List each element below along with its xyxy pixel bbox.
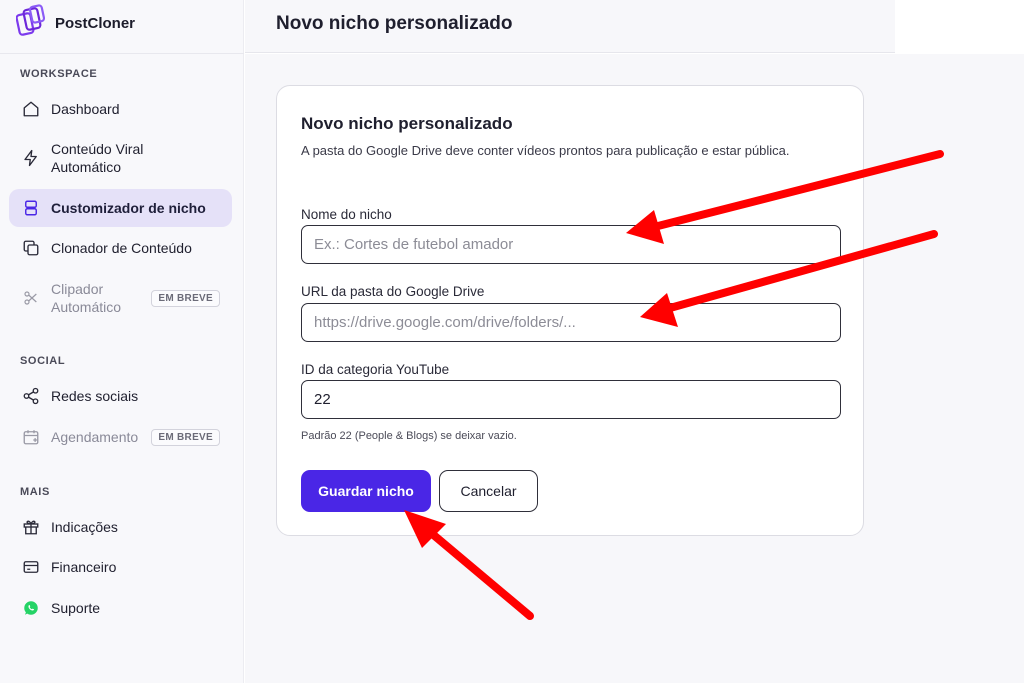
layout-icon — [21, 198, 41, 218]
calendar-icon — [21, 427, 41, 447]
share-icon — [21, 386, 41, 406]
cancel-button[interactable]: Cancelar — [439, 470, 538, 512]
whatsapp-icon — [21, 598, 41, 618]
sidebar-item-redes-sociais[interactable]: Redes sociais — [9, 379, 232, 413]
section-label-social: SOCIAL — [20, 355, 66, 367]
section-label-workspace: WORKSPACE — [20, 68, 98, 80]
sidebar-item-clonador[interactable]: Clonador de Conteúdo — [9, 231, 232, 265]
scissors-icon — [21, 288, 41, 308]
coming-soon-badge: EM BREVE — [151, 428, 220, 446]
sidebar-item-label: Clonador de Conteúdo — [51, 240, 192, 256]
new-niche-form-card: Novo nicho personalizado A pasta do Goog… — [276, 85, 864, 536]
home-icon — [21, 99, 41, 119]
sidebar-item-clipador: Clipador Automático EM BREVE — [9, 278, 232, 318]
sidebar-item-conteudo-viral[interactable]: Conteúdo Viral Automático — [9, 138, 232, 178]
sidebar-item-label: Indicações — [51, 519, 118, 535]
copy-icon — [21, 238, 41, 258]
sidebar-item-label: Suporte — [51, 600, 101, 616]
sidebar: PostCloner WORKSPACE Dashboard Conteúdo … — [0, 0, 244, 683]
sidebar-item-dashboard[interactable]: Dashboard — [9, 92, 232, 126]
postcloner-logo-icon — [15, 3, 46, 43]
drive-url-input[interactable] — [301, 303, 841, 342]
sidebar-item-label: Clipador Automático — [51, 281, 122, 315]
section-label-mais: MAIS — [20, 486, 50, 498]
sidebar-item-financeiro[interactable]: Financeiro — [9, 550, 232, 584]
credit-card-icon — [21, 557, 41, 577]
save-niche-button[interactable]: Guardar nicho — [301, 470, 431, 512]
niche-name-label: Nome do nicho — [301, 207, 392, 222]
sidebar-item-label: Customizador de nicho — [51, 200, 206, 216]
sidebar-item-suporte[interactable]: Suporte — [9, 591, 232, 625]
sidebar-item-label: Dashboard — [51, 101, 120, 117]
gift-icon — [21, 517, 41, 537]
sidebar-item-indicacoes[interactable]: Indicações — [9, 510, 232, 544]
niche-name-input[interactable] — [301, 225, 841, 264]
sidebar-item-label: Redes sociais — [51, 388, 139, 404]
page-title: Novo nicho personalizado — [276, 13, 513, 34]
brand[interactable]: PostCloner — [15, 3, 136, 43]
form-description: A pasta do Google Drive deve conter víde… — [301, 143, 790, 158]
sidebar-item-label: Financeiro — [51, 559, 117, 575]
category-id-label: ID da categoria YouTube — [301, 362, 450, 377]
category-hint: Padrão 22 (People & Blogs) se deixar vaz… — [301, 430, 517, 442]
top-bar: Novo nicho personalizado — [245, 0, 895, 53]
divider — [0, 53, 244, 54]
sidebar-item-label: Conteúdo Viral Automático — [51, 141, 144, 175]
app-name: PostCloner — [55, 14, 136, 32]
category-id-input[interactable] — [301, 380, 841, 419]
sidebar-item-agendamento: Agendamento EM BREVE — [9, 420, 232, 454]
sidebar-item-customizador[interactable]: Customizador de nicho — [9, 189, 232, 227]
sidebar-item-label: Agendamento — [51, 429, 139, 445]
drive-url-label: URL da pasta do Google Drive — [301, 284, 485, 299]
coming-soon-badge: EM BREVE — [151, 289, 220, 307]
form-title: Novo nicho personalizado — [301, 114, 513, 133]
lightning-icon — [21, 148, 41, 168]
